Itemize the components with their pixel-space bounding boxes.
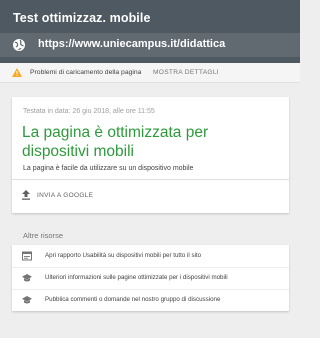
page-loading-warning: Problemi di caricamento della pagina MOS…: [0, 63, 300, 83]
resource-item-usability-report[interactable]: Apri rapporto Usabilità su dispositivi m…: [12, 245, 289, 267]
report-icon: [22, 251, 32, 261]
send-to-google-label: INVIA A GOOGLE: [37, 192, 94, 199]
url-bar: https://www.uniecampus.it/didattica: [0, 33, 300, 57]
show-details-link[interactable]: MOSTRA DETTAGLI: [153, 69, 219, 76]
result-title: La pagina è ottimizzata per dispositivi …: [22, 124, 209, 160]
resource-label: Apri rapporto Usabilità su dispositivi m…: [45, 252, 202, 259]
upload-icon: [22, 190, 30, 200]
warning-icon: [12, 68, 22, 77]
school-icon: [22, 274, 32, 282]
app-header: Test ottimizzaz. mobile https://www.unie…: [0, 0, 300, 63]
result-subtitle: La pagina è facile da utilizzare su un d…: [23, 165, 194, 172]
resource-item-discussion-group[interactable]: Pubblica commenti o domande nel nostro g…: [12, 289, 289, 311]
card-divider: [12, 179, 289, 180]
warning-text: Problemi di caricamento della pagina: [30, 69, 142, 76]
test-timestamp: Testata in data: 26 giu 2018, alle ore 1…: [23, 108, 155, 115]
result-card: Testata in data: 26 giu 2018, alle ore 1…: [12, 97, 289, 213]
other-resources-heading: Altre risorse: [23, 231, 64, 240]
app-title: Test ottimizzaz. mobile: [13, 11, 151, 25]
send-to-google-button[interactable]: INVIA A GOOGLE: [22, 189, 112, 203]
school-icon: [22, 296, 32, 304]
resource-item-learn-more[interactable]: Ulteriori informazioni sulle pagine otti…: [12, 267, 289, 289]
resource-label: Pubblica commenti o domande nel nostro g…: [45, 296, 221, 303]
resources-list: Apri rapporto Usabilità su dispositivi m…: [12, 245, 289, 311]
tested-url: https://www.uniecampus.it/didattica: [38, 38, 226, 50]
globe-icon: [13, 39, 25, 51]
resource-label: Ulteriori informazioni sulle pagine otti…: [45, 274, 228, 281]
